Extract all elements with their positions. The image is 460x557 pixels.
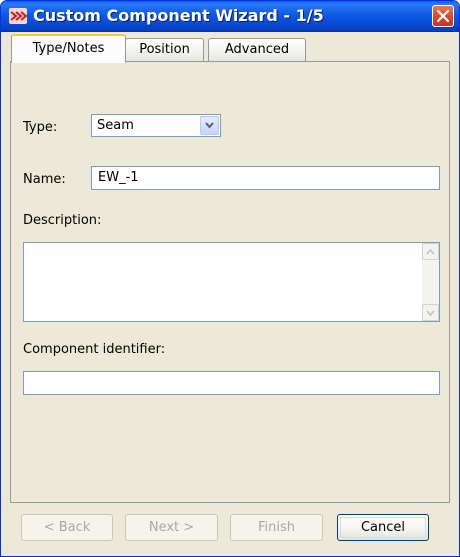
type-select-value: Seam bbox=[97, 118, 134, 133]
tab-label: Type/Notes bbox=[32, 41, 105, 56]
close-icon bbox=[437, 10, 449, 22]
type-select[interactable]: Seam bbox=[91, 114, 221, 137]
wizard-window: Custom Component Wizard - 1/5 Type/Notes… bbox=[0, 0, 460, 557]
custom-component-app-icon bbox=[9, 8, 28, 24]
dropdown-arrow-button[interactable] bbox=[200, 116, 219, 135]
close-button[interactable] bbox=[432, 5, 454, 27]
scroll-up-button[interactable] bbox=[422, 243, 439, 260]
finish-button-label: Finish bbox=[257, 520, 295, 535]
window-title: Custom Component Wizard - 1/5 bbox=[33, 6, 324, 25]
title-bar[interactable]: Custom Component Wizard - 1/5 bbox=[1, 1, 459, 32]
tab-type-notes[interactable]: Type/Notes bbox=[11, 34, 126, 63]
next-button[interactable]: Next > bbox=[125, 514, 218, 541]
type-label: Type: bbox=[23, 120, 58, 135]
description-label: Description: bbox=[23, 213, 102, 228]
focus-ring bbox=[340, 517, 426, 538]
component-identifier-field[interactable] bbox=[23, 371, 440, 395]
tab-position[interactable]: Position bbox=[125, 38, 204, 61]
component-identifier-label: Component identifier: bbox=[23, 342, 166, 357]
back-button[interactable]: < Back bbox=[21, 514, 113, 541]
description-textarea[interactable] bbox=[23, 242, 440, 322]
description-scrollbar[interactable] bbox=[422, 243, 439, 321]
next-button-label: Next > bbox=[148, 520, 195, 535]
tab-label: Advanced bbox=[224, 42, 290, 57]
name-field-value: EW_-1 bbox=[98, 170, 139, 185]
cancel-button[interactable]: Cancel bbox=[337, 514, 429, 541]
scroll-up-arrow-icon bbox=[426, 249, 435, 255]
back-button-label: < Back bbox=[43, 520, 91, 535]
tab-advanced[interactable]: Advanced bbox=[208, 38, 306, 61]
finish-button[interactable]: Finish bbox=[230, 514, 323, 541]
tab-label: Position bbox=[139, 42, 190, 57]
scroll-down-arrow-icon bbox=[426, 310, 435, 316]
chevron-down-icon bbox=[205, 122, 214, 129]
type-notes-panel: Type: Seam Name: EW_-1 Description: Comp… bbox=[10, 61, 450, 503]
scroll-down-button[interactable] bbox=[422, 304, 439, 321]
name-field[interactable]: EW_-1 bbox=[91, 166, 440, 190]
name-label: Name: bbox=[23, 172, 66, 187]
